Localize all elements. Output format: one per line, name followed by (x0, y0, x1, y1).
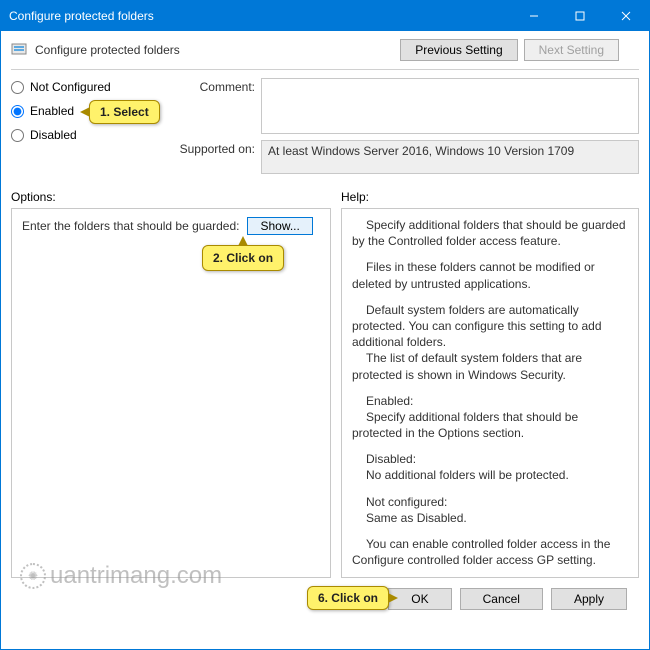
titlebar[interactable]: Configure protected folders (1, 1, 649, 31)
maximize-button[interactable] (557, 1, 603, 31)
radio-disabled-input[interactable] (11, 129, 24, 142)
window-title: Configure protected folders (9, 9, 511, 23)
help-line: Same as Disabled. (352, 510, 628, 526)
help-title: Help: (341, 190, 639, 208)
divider (11, 69, 639, 70)
options-panel: Options: Enter the folders that should b… (11, 190, 331, 578)
help-line: Disabled: (352, 451, 628, 467)
show-button[interactable]: Show... (247, 217, 312, 235)
help-panel: Help: Specify additional folders that sh… (341, 190, 639, 578)
state-radio-group: Not Configured Enabled Disabled 1. Selec… (11, 78, 171, 152)
radio-disabled[interactable]: Disabled (11, 128, 171, 142)
footer-buttons: 6. Click on OK Cancel Apply (11, 578, 639, 620)
help-line: No additional folders will be protected. (352, 467, 628, 483)
options-title: Options: (11, 190, 331, 208)
radio-not-configured[interactable]: Not Configured (11, 80, 171, 94)
help-line: Specify additional folders that should b… (352, 217, 628, 249)
field-column: Comment: Supported on: At least Windows … (171, 78, 639, 180)
panels-row: Options: Enter the folders that should b… (11, 190, 639, 578)
content-area: Configure protected folders Previous Set… (1, 31, 649, 649)
options-box: Enter the folders that should be guarded… (11, 208, 331, 578)
comment-input[interactable] (261, 78, 639, 134)
comment-label: Comment: (171, 78, 261, 94)
help-line: Not configured: (352, 494, 628, 510)
radio-enabled-input[interactable] (11, 105, 24, 118)
radio-enabled[interactable]: Enabled (11, 104, 171, 118)
nav-buttons: Previous Setting Next Setting (400, 39, 619, 61)
heading-row: Configure protected folders Previous Set… (11, 39, 639, 61)
minimize-button[interactable] (511, 1, 557, 31)
ok-button[interactable]: OK (388, 588, 451, 610)
heading-label: Configure protected folders (35, 43, 400, 57)
help-line: You can enable controlled folder access … (352, 536, 628, 568)
next-setting-button: Next Setting (524, 39, 619, 61)
supported-on-text: At least Windows Server 2016, Windows 10… (268, 144, 574, 158)
radio-disabled-label: Disabled (30, 128, 77, 142)
help-text: Specify additional folders that should b… (352, 217, 628, 569)
apply-button[interactable]: Apply (551, 588, 627, 610)
callout-2-click-on: 2. Click on (202, 245, 284, 271)
cancel-button[interactable]: Cancel (460, 588, 543, 610)
close-button[interactable] (603, 1, 649, 31)
help-line: The list of default system folders that … (352, 350, 628, 382)
config-row: Not Configured Enabled Disabled 1. Selec… (11, 78, 639, 180)
help-line: Default system folders are automatically… (352, 302, 628, 351)
help-line: Enabled: (352, 393, 628, 409)
supported-on-value: At least Windows Server 2016, Windows 10… (261, 140, 639, 174)
radio-not-configured-input[interactable] (11, 81, 24, 94)
policy-editor-window: Configure protected folders Configure pr… (0, 0, 650, 650)
help-line: Specify additional folders that should b… (352, 409, 628, 441)
callout-6-click-on: 6. Click on (307, 586, 389, 610)
radio-not-configured-label: Not Configured (30, 80, 111, 94)
policy-icon (11, 41, 29, 59)
help-box[interactable]: Specify additional folders that should b… (341, 208, 639, 578)
options-prompt: Enter the folders that should be guarded… (22, 218, 239, 234)
supported-on-label: Supported on: (171, 140, 261, 156)
previous-setting-button[interactable]: Previous Setting (400, 39, 517, 61)
radio-enabled-label: Enabled (30, 104, 74, 118)
help-line: Files in these folders cannot be modifie… (352, 259, 628, 291)
